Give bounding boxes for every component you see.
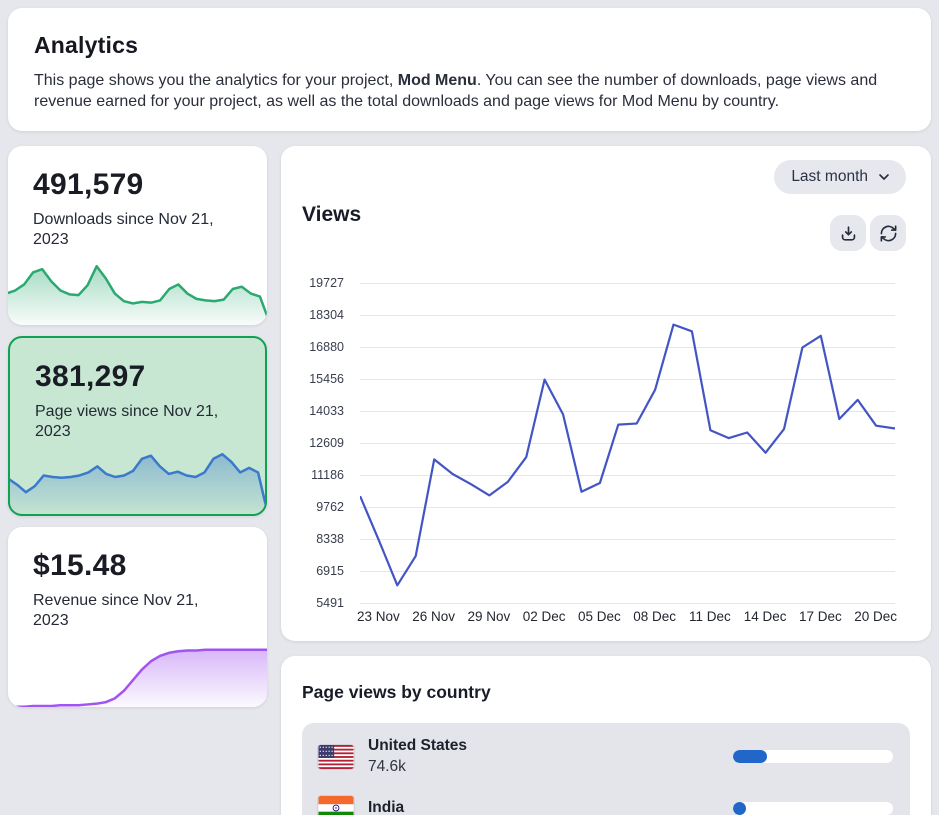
country-progress-fill bbox=[733, 802, 746, 815]
y-axis: 19727 18304 16880 15456 14033 12609 11186 9762 8… bbox=[281, 146, 352, 641]
x-axis-label: 17 Dec bbox=[789, 609, 851, 624]
country-progress-track bbox=[733, 802, 893, 815]
downloads-stat-card[interactable]: 491,579 Downloads since Nov 21, 2023 bbox=[8, 146, 267, 325]
downloads-sparkline bbox=[8, 251, 267, 325]
y-axis-label: 15456 bbox=[309, 372, 344, 387]
page-views-value: 381,297 bbox=[35, 360, 146, 394]
y-axis-label: 18304 bbox=[309, 308, 344, 323]
y-axis-label: 16880 bbox=[309, 340, 344, 355]
y-axis-label: 19727 bbox=[309, 276, 344, 291]
y-axis-label: 9762 bbox=[316, 500, 344, 515]
y-axis-label: 12609 bbox=[309, 436, 344, 451]
page-views-by-country-card: Page views by country United States 74.6k… bbox=[281, 656, 931, 815]
x-axis-label: 08 Dec bbox=[624, 609, 686, 624]
x-axis-label: 29 Nov bbox=[458, 609, 520, 624]
country-row: United States 74.6k bbox=[302, 730, 910, 783]
x-axis-label: 02 Dec bbox=[513, 609, 575, 624]
revenue-stat-card[interactable]: $15.48 Revenue since Nov 21, 2023 bbox=[8, 527, 267, 707]
revenue-sparkline bbox=[8, 633, 267, 707]
page-description: This page shows you the analytics for yo… bbox=[34, 70, 905, 112]
x-axis: 23 Nov26 Nov29 Nov02 Dec05 Dec08 Dec11 D… bbox=[360, 609, 895, 629]
x-axis-label: 26 Nov bbox=[403, 609, 465, 624]
refresh-icon bbox=[879, 224, 898, 243]
revenue-label: Revenue since Nov 21, 2023 bbox=[33, 591, 238, 630]
y-axis-label: 6915 bbox=[316, 564, 344, 579]
country-row: India bbox=[302, 783, 910, 815]
views-line-chart bbox=[360, 282, 895, 606]
x-axis-label: 14 Dec bbox=[734, 609, 796, 624]
refresh-chart-button[interactable] bbox=[870, 215, 906, 251]
page-views-label: Page views since Nov 21, 2023 bbox=[35, 402, 240, 441]
country-progress-fill bbox=[733, 750, 767, 763]
downloads-value: 491,579 bbox=[33, 168, 144, 202]
page-title: Analytics bbox=[34, 32, 905, 59]
x-axis-label: 20 Dec bbox=[845, 609, 907, 624]
project-name: Mod Menu bbox=[398, 72, 477, 89]
date-range-selector[interactable]: Last month bbox=[774, 160, 906, 194]
x-axis-label: 05 Dec bbox=[568, 609, 630, 624]
country-name: India bbox=[368, 799, 404, 815]
country-name: United States bbox=[368, 737, 467, 755]
country-page-views-value: 74.6k bbox=[368, 758, 467, 776]
us-flag-icon bbox=[318, 745, 354, 769]
views-chart-card: Last month Views 19727183041688015456140… bbox=[281, 146, 931, 641]
downloads-label: Downloads since Nov 21, 2023 bbox=[33, 210, 238, 249]
x-axis-label: 11 Dec bbox=[679, 609, 741, 624]
in-flag-icon bbox=[318, 796, 354, 815]
y-axis-label: 8338 bbox=[316, 532, 344, 547]
y-axis-label: 11186 bbox=[311, 468, 344, 483]
revenue-value: $15.48 bbox=[33, 549, 127, 583]
page-views-sparkline bbox=[8, 439, 267, 515]
country-rows-list: United States 74.6k India bbox=[302, 723, 910, 815]
x-axis-label: 23 Nov bbox=[347, 609, 409, 624]
date-range-label: Last month bbox=[791, 168, 868, 186]
y-axis-label: 5491 bbox=[316, 596, 344, 611]
country-progress-track bbox=[733, 750, 893, 763]
download-chart-button[interactable] bbox=[830, 215, 866, 251]
country-section-title: Page views by country bbox=[302, 682, 910, 703]
download-icon bbox=[839, 224, 858, 243]
description-prefix: This page shows you the analytics for yo… bbox=[34, 72, 398, 89]
y-axis-label: 14033 bbox=[309, 404, 344, 419]
page-views-stat-card[interactable]: 381,297 Page views since Nov 21, 2023 bbox=[8, 336, 267, 516]
chevron-down-icon bbox=[876, 169, 892, 185]
analytics-header-card: Analytics This page shows you the analyt… bbox=[8, 8, 931, 131]
